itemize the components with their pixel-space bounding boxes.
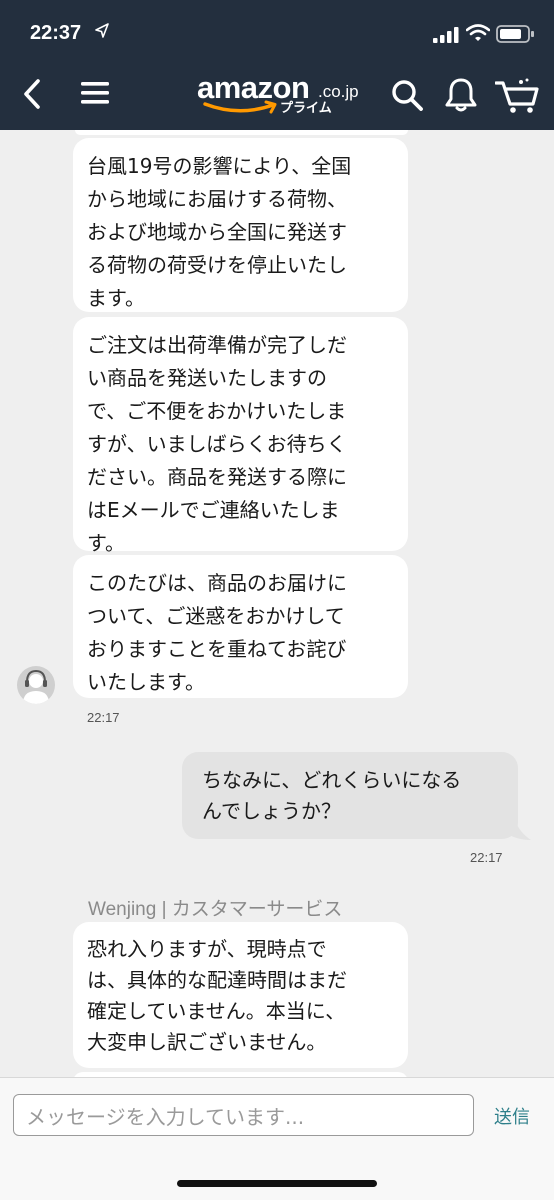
message-line: ついて、ご迷惑をおかけして: [87, 604, 345, 628]
battery-icon: [496, 25, 534, 43]
message-line: から地域にお届けする荷物、: [87, 187, 347, 211]
hamburger-menu-icon[interactable]: [80, 80, 110, 106]
message-line: 恐れ入りますが、現時点で: [87, 937, 327, 961]
bell-notification-icon[interactable]: [445, 77, 477, 113]
location-arrow-icon: [95, 23, 109, 38]
logo-prime-text: プライム: [280, 101, 332, 116]
message-composer: メッセージを入力しています... 送信: [0, 1077, 554, 1150]
message-line: んでしょうか？: [202, 799, 341, 823]
agent-avatar: [17, 666, 55, 704]
agent-message-bubble: 台風19号の影響により、全国 から地域にお届けする荷物、 および地域から全国に発…: [73, 138, 408, 312]
agent-headset-icon: [23, 669, 49, 704]
message-line: いたします。: [87, 670, 205, 694]
message-line: おりますことを重ねてお詫び: [87, 637, 347, 661]
message-line: で、ご不便をおかけいたしま: [87, 399, 347, 423]
message-line: る荷物の荷受けを停止いたし: [87, 253, 347, 277]
message-line: ださい。商品を発送する際に: [87, 465, 347, 489]
message-timestamp: 22:17: [470, 850, 503, 865]
message-line: い商品を発送いたしますの: [87, 366, 327, 390]
status-time: 22:37: [30, 22, 82, 44]
message-line: ます。: [87, 286, 145, 310]
back-chevron-icon[interactable]: [20, 78, 46, 110]
message-line: および地域から全国に発送す: [87, 220, 347, 244]
previous-message-bubble: [75, 130, 408, 135]
message-line: 大変申し訳ございません。: [87, 1030, 327, 1054]
message-line: ご注文は出荷準備が完了しだ: [87, 333, 347, 357]
message-line: すが、いましばらくお待ちく: [87, 432, 347, 456]
message-line: は、具体的な配達時間はまだ: [87, 968, 347, 992]
send-button[interactable]: 送信: [494, 1103, 530, 1129]
chat-thread[interactable]: 台風19号の影響により、全国 から地域にお届けする荷物、 および地域から全国に発…: [0, 130, 554, 1082]
amazon-prime-logo[interactable]: amazon .co.jp プライム: [197, 70, 362, 120]
app-header: 22:37 amazon .co.jp プライム: [0, 0, 554, 130]
message-line: このたびは、商品のお届けに: [87, 571, 347, 595]
agent-message-bubble: ご注文は出荷準備が完了しだ い商品を発送いたしますの で、ご不便をおかけいたしま…: [73, 317, 408, 555]
search-icon[interactable]: [391, 79, 423, 111]
agent-name-label: Wenjing | カスタマーサービス: [88, 899, 343, 920]
message-line: ちなみに、どれくらいになる: [202, 768, 462, 792]
home-indicator[interactable]: [177, 1180, 377, 1187]
signal-icon: [433, 27, 459, 43]
cart-icon[interactable]: [495, 78, 539, 114]
user-message-bubble: ちなみに、どれくらいになる んでしょうか？: [182, 752, 518, 839]
bubble-tail: [505, 820, 531, 840]
agent-message-bubble: 恐れ入りますが、現時点で は、具体的な配達時間はまだ 確定していません。本当に、…: [73, 922, 408, 1068]
amazon-smile-icon: [203, 100, 277, 114]
agent-message-bubble: このたびは、商品のお届けに ついて、ご迷惑をおかけして おりますことを重ねてお詫…: [73, 555, 408, 698]
message-timestamp: 22:17: [87, 710, 120, 725]
message-line: 確定していません。本当に、: [87, 999, 346, 1023]
message-line: はEメールでご連絡いたしま: [87, 498, 340, 522]
home-indicator-area: [0, 1150, 554, 1200]
message-input[interactable]: メッセージを入力しています...: [13, 1094, 474, 1136]
message-line: 台風19号の影響により、全国: [87, 154, 352, 178]
wifi-icon: [466, 24, 490, 41]
